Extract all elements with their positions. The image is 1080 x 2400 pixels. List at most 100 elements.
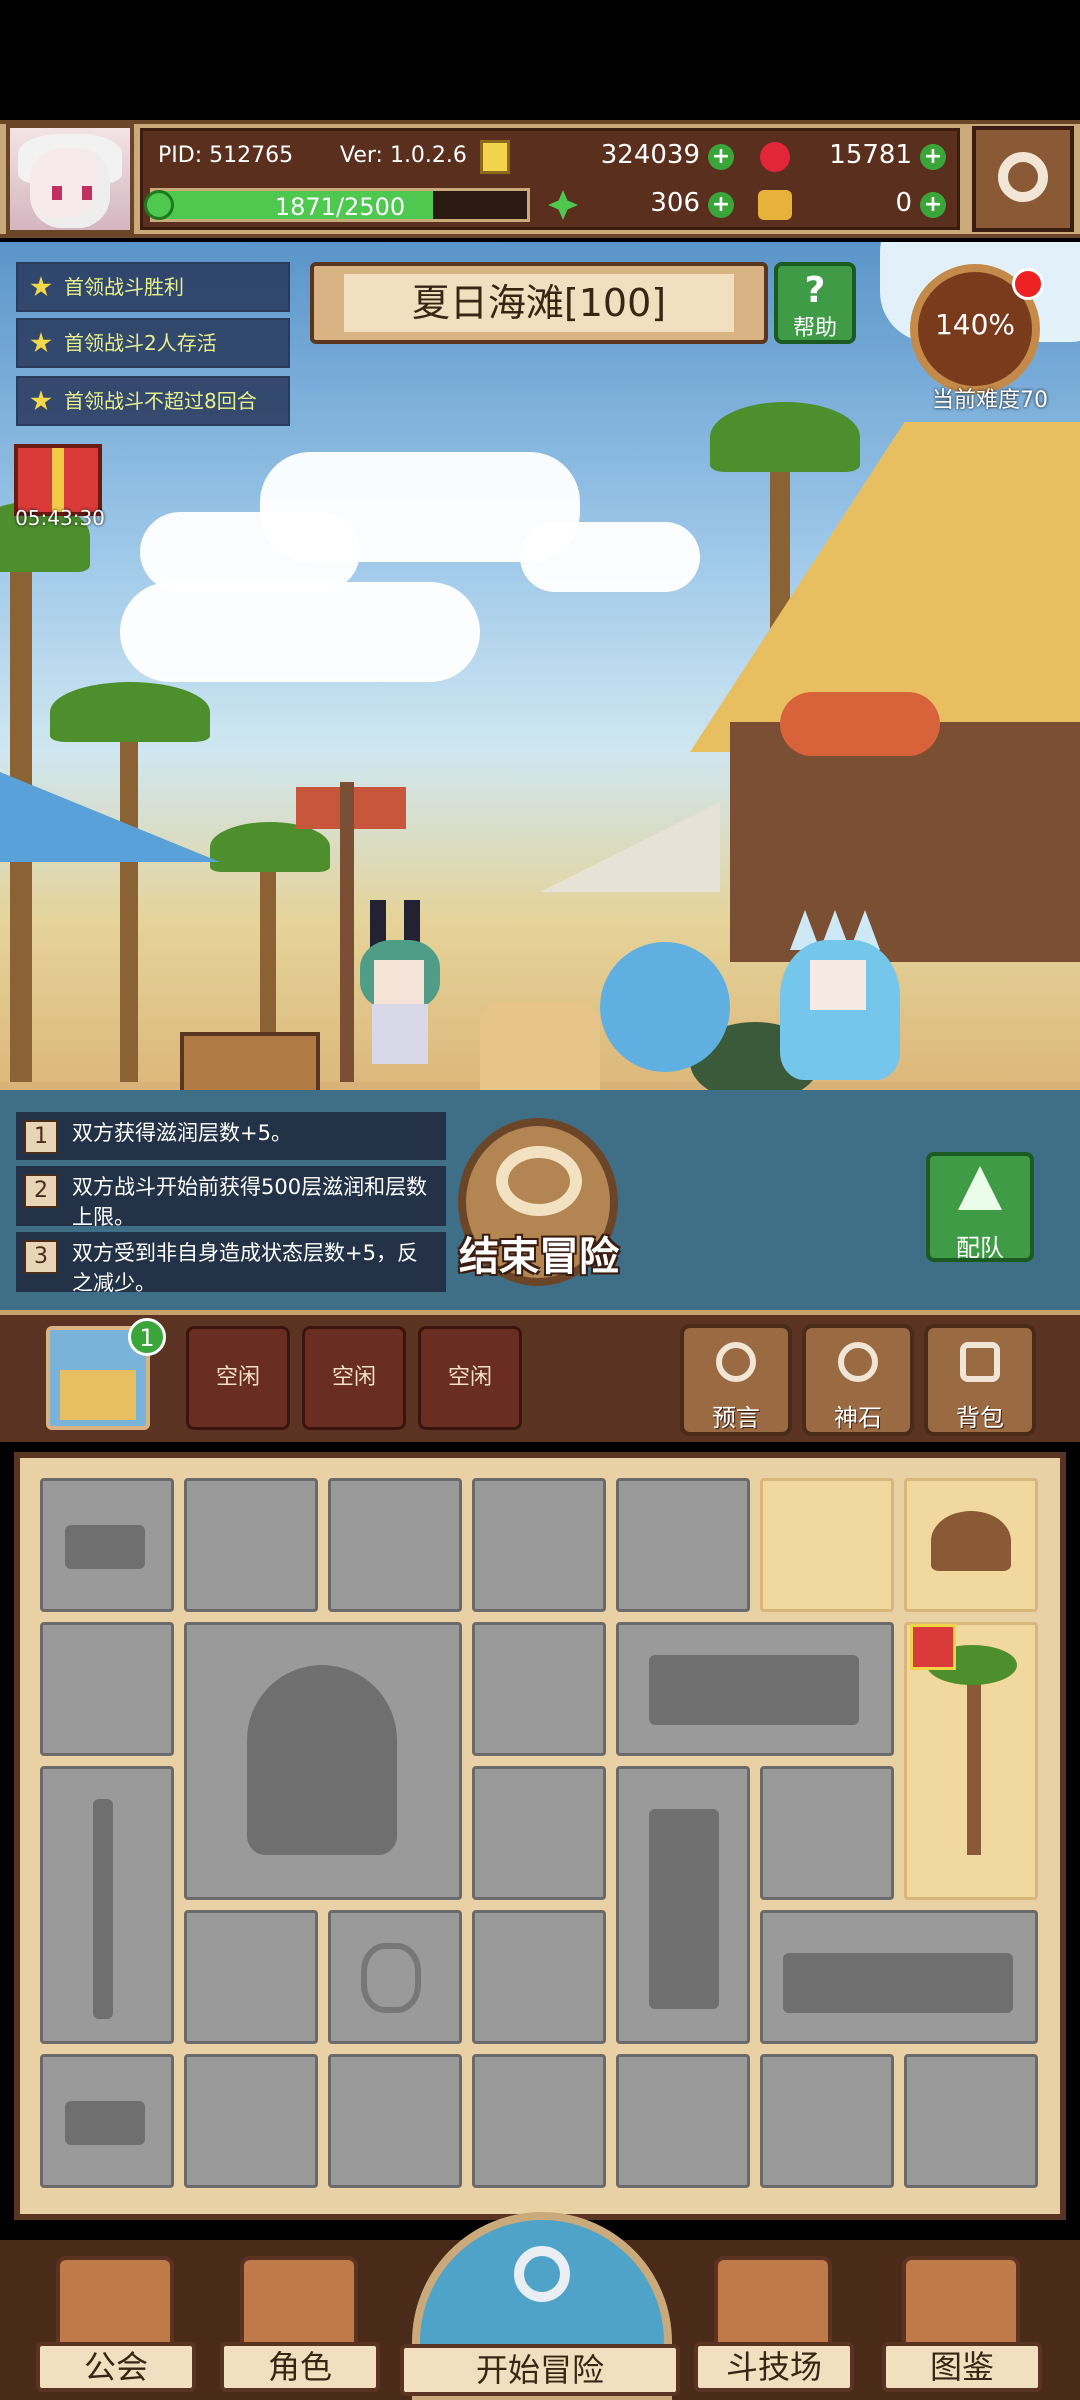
nav-character[interactable]: 角色	[220, 2256, 380, 2396]
rule-item: 2 双方战斗开始前获得500层滋润和层数上限。	[16, 1166, 446, 1229]
settings-button[interactable]	[972, 126, 1074, 232]
board-cell[interactable]	[760, 1910, 1038, 2044]
add-gem-icon[interactable]: +	[920, 144, 946, 170]
quest-item: 首领战斗不超过8回合	[16, 376, 290, 426]
battle-scene	[0, 242, 1080, 1090]
board-cell[interactable]	[472, 1478, 606, 1612]
help-button[interactable]: ? 帮助	[774, 262, 856, 344]
board-cell[interactable]	[40, 1478, 174, 1612]
idle-slot[interactable]: 空闲	[186, 1326, 290, 1430]
board-cell[interactable]	[472, 1622, 606, 1756]
game-version: Ver: 1.0.2.6	[340, 143, 467, 168]
stage-title: 夏日海滩[100]	[344, 274, 734, 332]
red-gem-icon	[760, 142, 790, 172]
board-cell[interactable]	[616, 1766, 750, 2044]
board-cell[interactable]	[40, 2054, 174, 2188]
rule-text: 双方获得滋润层数+5。	[72, 1121, 292, 1145]
board-cell[interactable]	[616, 2054, 750, 2188]
gear-icon	[998, 152, 1048, 202]
add-gold-icon[interactable]: +	[708, 144, 734, 170]
backpack-icon	[960, 1342, 1000, 1382]
map-count-badge: 1	[128, 1318, 166, 1356]
book-icon	[902, 2256, 1020, 2352]
quest-text: 首领战斗胜利	[64, 275, 184, 299]
board-cell[interactable]	[40, 1766, 174, 2044]
add-key-icon[interactable]: +	[920, 192, 946, 218]
player-avatar[interactable]	[6, 124, 134, 234]
backpack-label: 背包	[956, 1404, 1004, 1432]
nav-arena[interactable]: 斗技场	[694, 2256, 854, 2396]
nav-guild[interactable]: 公会	[36, 2256, 196, 2396]
board-cell[interactable]	[904, 2054, 1038, 2188]
gem-amount: 15781	[829, 140, 912, 170]
board-cell[interactable]	[184, 1910, 318, 2044]
rule-item: 1 双方获得滋润层数+5。	[16, 1112, 446, 1160]
team-icon	[958, 1166, 1002, 1210]
character-icon	[240, 2256, 358, 2352]
rule-number: 1	[24, 1120, 58, 1154]
rule-text: 双方战斗开始前获得500层滋润和层数上限。	[72, 1175, 428, 1229]
add-clover-icon[interactable]: +	[708, 192, 734, 218]
crossed-swords-icon	[714, 2256, 832, 2352]
star-icon	[30, 332, 52, 353]
xp-text: 1871/2500	[274, 193, 406, 221]
rule-number: 3	[24, 1240, 58, 1274]
board-cell[interactable]	[328, 2054, 462, 2188]
nav-arena-label: 斗技场	[694, 2342, 854, 2392]
clover-amount: 306	[650, 188, 700, 218]
backpack-button[interactable]: 背包	[924, 1324, 1036, 1436]
player-pid: PID: 512765	[158, 143, 294, 168]
board-cell[interactable]	[472, 1766, 606, 1900]
return-arrow-icon	[496, 1146, 582, 1216]
board-cell[interactable]	[904, 1478, 1038, 1612]
divine-stone-label: 神石	[834, 1404, 882, 1432]
board-cell[interactable]	[184, 1622, 462, 1900]
rule-item: 3 双方受到非自身造成状态层数+5，反之减少。	[16, 1232, 446, 1295]
star-icon	[30, 390, 52, 411]
star-icon	[30, 276, 52, 297]
board-cell[interactable]	[760, 1766, 894, 1900]
board-cell[interactable]	[760, 2054, 894, 2188]
quest-item: 首领战斗2人存活	[16, 318, 290, 368]
board-cell[interactable]	[472, 1910, 606, 2044]
team-label: 配队	[956, 1234, 1004, 1262]
stone-icon	[838, 1342, 878, 1382]
board-cell[interactable]	[616, 1478, 750, 1612]
key-amount: 0	[895, 188, 912, 218]
boss-character[interactable]	[780, 910, 900, 1080]
nav-character-label: 角色	[220, 2342, 380, 2392]
divine-stone-button[interactable]: 神石	[802, 1324, 914, 1436]
board-cell[interactable]	[184, 1478, 318, 1612]
gift-timer: 05:43:30	[15, 506, 105, 530]
gold-amount: 324039	[600, 140, 700, 170]
quest-text: 首领战斗2人存活	[64, 331, 217, 355]
prophecy-button[interactable]: 预言	[680, 1324, 792, 1436]
difficulty-percent: 140%	[934, 308, 1016, 341]
board-cell[interactable]	[760, 1478, 894, 1612]
adventure-board	[14, 1452, 1066, 2220]
idle-slot[interactable]: 空闲	[418, 1326, 522, 1430]
quest-text: 首领战斗不超过8回合	[64, 389, 257, 413]
board-cell[interactable]	[40, 1622, 174, 1756]
board-cell[interactable]	[472, 2054, 606, 2188]
quest-item: 首领战斗胜利	[16, 262, 290, 312]
guild-icon	[56, 2256, 174, 2352]
status-bar	[0, 0, 1080, 120]
board-cell[interactable]	[616, 1622, 894, 1756]
difficulty-label: 当前难度70	[932, 388, 1048, 413]
team-button[interactable]: 配队	[926, 1152, 1034, 1262]
key-icon	[758, 190, 792, 220]
rule-number: 2	[24, 1174, 58, 1208]
idle-slot[interactable]: 空闲	[302, 1326, 406, 1430]
prophecy-label: 预言	[712, 1404, 760, 1432]
board-cell[interactable]	[328, 1910, 462, 2044]
board-cell[interactable]	[328, 1478, 462, 1612]
nav-codex[interactable]: 图鉴	[882, 2256, 1042, 2396]
nav-start-adventure-label: 开始冒险	[400, 2344, 680, 2396]
hero-character[interactable]	[350, 900, 450, 1070]
board-cell[interactable]	[184, 2054, 318, 2188]
gold-coin-icon	[480, 140, 510, 174]
question-icon: ?	[804, 270, 826, 311]
magnifier-icon	[514, 2246, 570, 2302]
stage-title-banner: 夏日海滩[100]	[310, 262, 768, 344]
